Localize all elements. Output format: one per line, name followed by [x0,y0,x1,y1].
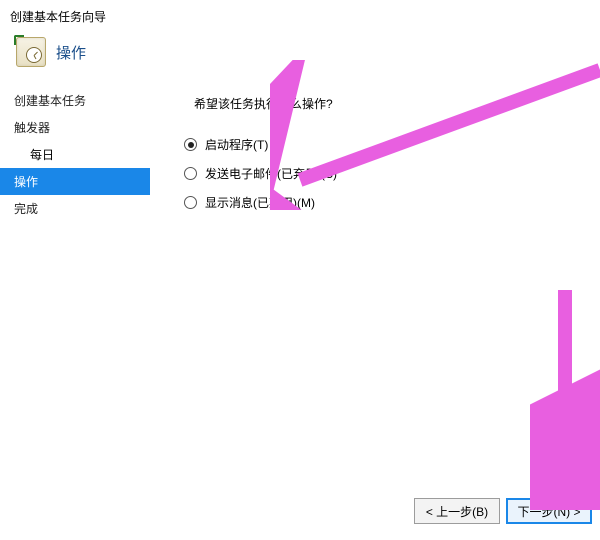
option-label: 启动程序(T) [205,136,268,153]
wizard-steps-sidebar: 创建基本任务 触发器 每日 操作 完成 [0,81,150,451]
content-pane: 希望该任务执行什么操作? 启动程序(T) 发送电子邮件(已弃用)(S) 显示消息… [150,81,600,451]
step-trigger-daily[interactable]: 每日 [0,141,150,168]
radio-icon [184,196,197,209]
window-title: 创建基本任务向导 [10,10,106,24]
back-button[interactable]: < 上一步(B) [414,498,500,524]
title-bar: 创建基本任务向导 [0,0,600,29]
radio-icon [184,138,197,151]
wizard-window: 创建基本任务向导 操作 创建基本任务 触发器 每日 操作 完成 希望该任务执行什… [0,0,600,540]
option-start-program[interactable]: 启动程序(T) [184,136,584,153]
page-heading: 操作 [56,42,86,63]
option-label: 显示消息(已弃用)(M) [205,194,315,211]
option-display-message[interactable]: 显示消息(已弃用)(M) [184,194,584,211]
next-button[interactable]: 下一步(N) > [506,498,592,524]
step-create-basic-task[interactable]: 创建基本任务 [0,87,150,114]
clock-icon [16,37,46,67]
step-action[interactable]: 操作 [0,168,150,195]
subtitle-row: 操作 [0,29,600,81]
option-label: 发送电子邮件(已弃用)(S) [205,165,337,182]
step-finish[interactable]: 完成 [0,195,150,222]
action-question: 希望该任务执行什么操作? [194,95,584,112]
radio-icon [184,167,197,180]
step-trigger[interactable]: 触发器 [0,114,150,141]
body: 创建基本任务 触发器 每日 操作 完成 希望该任务执行什么操作? 启动程序(T)… [0,81,600,451]
option-send-email[interactable]: 发送电子邮件(已弃用)(S) [184,165,584,182]
wizard-footer: < 上一步(B) 下一步(N) > [414,488,600,540]
